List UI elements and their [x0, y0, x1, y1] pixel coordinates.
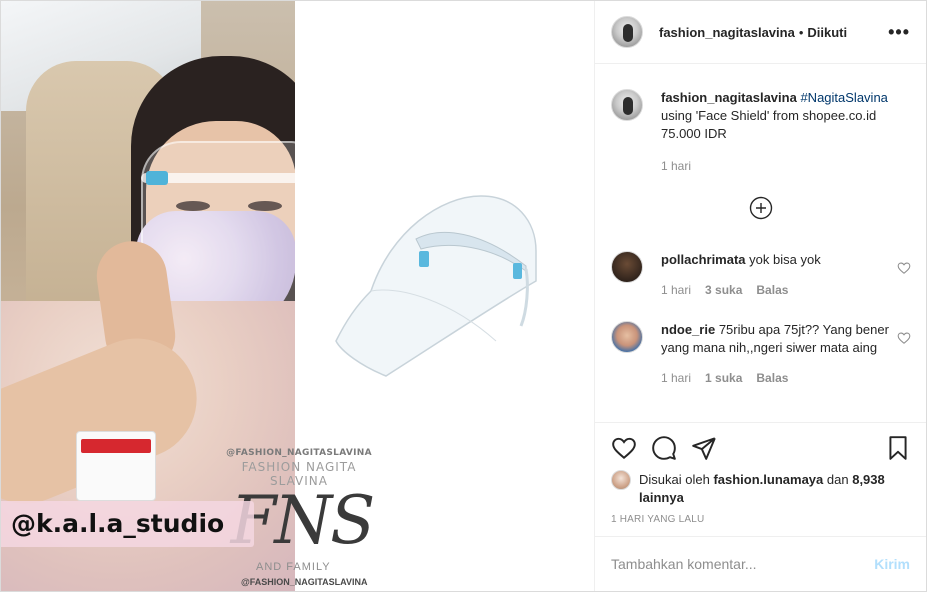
- reply-button[interactable]: Balas: [756, 281, 788, 299]
- comment-like-icon[interactable]: [897, 261, 911, 275]
- comment-content: yok bisa yok: [749, 252, 821, 267]
- comment-likes[interactable]: 3 suka: [705, 281, 742, 299]
- comment-username[interactable]: ndoe_rie: [661, 322, 715, 337]
- likes-summary: Disukai oleh fashion.lunamaya dan 8,938 …: [611, 470, 911, 507]
- likes-prefix: Disukai oleh: [639, 472, 710, 487]
- plus-circle-icon[interactable]: [749, 196, 773, 220]
- watermark-family: AND FAMILY: [256, 561, 331, 573]
- likes-text: Disukai oleh fashion.lunamaya dan 8,938 …: [639, 471, 911, 507]
- author-avatar[interactable]: [611, 16, 643, 48]
- comment-avatar[interactable]: [611, 251, 643, 283]
- comment-composer: Kirim: [595, 536, 926, 591]
- separator-dot: •: [798, 24, 804, 40]
- post-header: fashion_nagitaslavina • Diikuti •••: [595, 1, 926, 64]
- instagram-post-modal: @FASHION_NAGITASLAVINA FASHION NAGITA SL…: [0, 0, 927, 592]
- share-icon[interactable]: [691, 435, 717, 461]
- caption-body: fashion_nagitaslavina #NagitaSlavina usi…: [661, 89, 901, 175]
- caption: fashion_nagitaslavina #NagitaSlavina usi…: [611, 89, 911, 175]
- comment-avatar[interactable]: [611, 321, 643, 353]
- caption-text: fashion_nagitaslavina #NagitaSlavina usi…: [661, 89, 901, 143]
- reply-button[interactable]: Balas: [756, 369, 788, 387]
- comment-body: ndoe_rie 75ribu apa 75jt?? Yang bener ya…: [661, 321, 901, 387]
- caption-avatar[interactable]: [611, 89, 643, 121]
- liker-username[interactable]: fashion.lunamaya: [713, 472, 823, 487]
- comment-icon[interactable]: [651, 435, 677, 461]
- comment-likes[interactable]: 1 suka: [705, 369, 742, 387]
- comment-body: pollachrimata yok bisa yok 1 hari 3 suka…: [661, 251, 901, 299]
- caption-content: using 'Face Shield' from shopee.co.id 75…: [661, 108, 877, 141]
- more-options-icon[interactable]: •••: [888, 22, 910, 43]
- comment-text: pollachrimata yok bisa yok: [661, 251, 901, 269]
- likes-middle: dan: [826, 472, 849, 487]
- comment-meta: 1 hari 3 suka Balas: [661, 281, 901, 299]
- post-media[interactable]: @FASHION_NAGITASLAVINA FASHION NAGITA SL…: [1, 1, 595, 591]
- author-username[interactable]: fashion_nagitaslavina: [659, 25, 795, 40]
- comment-input[interactable]: [611, 556, 875, 572]
- comment-text: ndoe_rie 75ribu apa 75jt?? Yang bener ya…: [661, 321, 901, 357]
- comments-section[interactable]: fashion_nagitaslavina #NagitaSlavina usi…: [595, 65, 926, 423]
- liker-avatar[interactable]: [611, 470, 631, 490]
- watermark-top: @FASHION_NAGITASLAVINA: [226, 448, 372, 458]
- comment-meta: 1 hari 1 suka Balas: [661, 369, 901, 387]
- face-shield-product: [335, 195, 537, 377]
- post-side-panel: fashion_nagitaslavina • Diikuti ••• fash…: [595, 1, 926, 591]
- right-clip: [513, 263, 522, 279]
- comment-like-icon[interactable]: [897, 331, 911, 345]
- post-comment-button[interactable]: Kirim: [874, 556, 910, 572]
- shield-visor: [335, 195, 537, 377]
- follow-status-button[interactable]: Diikuti: [807, 25, 847, 40]
- watermark-bottom: @FASHION_NAGITASLAVINA: [241, 577, 368, 587]
- caption-meta: 1 hari: [661, 157, 901, 175]
- caption-username[interactable]: fashion_nagitaslavina: [661, 90, 797, 105]
- caption-time[interactable]: 1 hari: [661, 157, 691, 175]
- caption-hashtag[interactable]: #NagitaSlavina: [800, 90, 887, 105]
- comment-time[interactable]: 1 hari: [661, 369, 691, 387]
- bookmark-icon[interactable]: [885, 435, 911, 461]
- comment-time[interactable]: 1 hari: [661, 281, 691, 299]
- shield-clip: [146, 171, 168, 185]
- comment-username[interactable]: pollachrimata: [661, 252, 746, 267]
- heart-icon[interactable]: [611, 435, 637, 461]
- comment-item: pollachrimata yok bisa yok 1 hari 3 suka…: [611, 251, 911, 299]
- post-actions: [595, 424, 926, 470]
- post-timestamp[interactable]: 1 HARI YANG LALU: [611, 514, 704, 525]
- left-clip: [419, 251, 429, 267]
- lanyard-card-header: [81, 439, 151, 453]
- studio-tag: @k.a.l.a_studio: [1, 501, 255, 547]
- comment-item: ndoe_rie 75ribu apa 75jt?? Yang bener ya…: [611, 321, 911, 387]
